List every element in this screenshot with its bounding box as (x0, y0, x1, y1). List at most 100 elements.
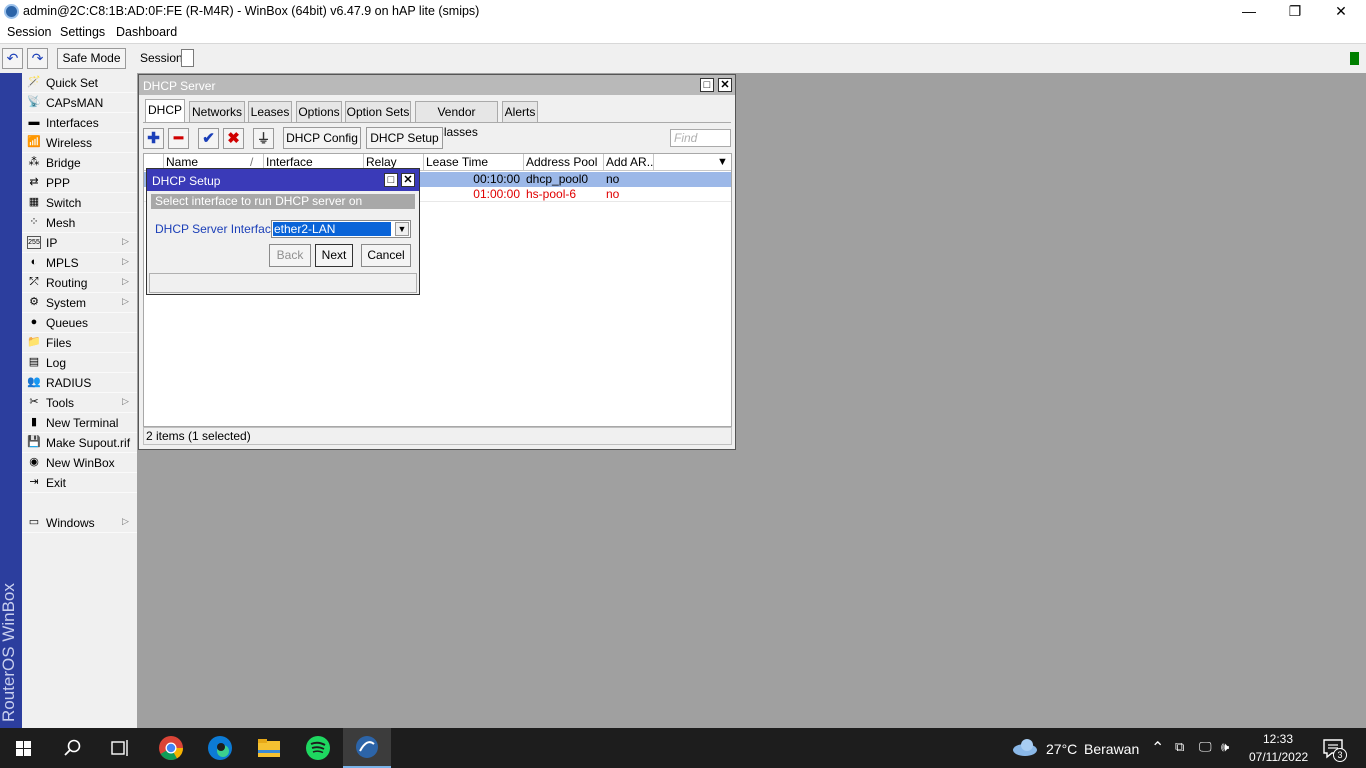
undo-icon[interactable]: ↶ (2, 48, 23, 69)
add-icon[interactable]: ✚ (143, 128, 164, 149)
tab-leases[interactable]: Leases (248, 101, 292, 123)
menu-settings[interactable]: Settings (60, 25, 105, 39)
sidebar-item-files[interactable]: 📁 Files (22, 333, 137, 353)
search-button[interactable] (48, 728, 96, 768)
sidebar-item-label: Switch (46, 196, 82, 210)
taskbar: 27°C Berawan ⌃ ⧉ 🖵 🕪 12:33 07/11/2022 3 (0, 728, 1366, 768)
filter-icon[interactable]: ⏚ (253, 128, 274, 149)
task-view-button[interactable] (96, 728, 144, 768)
tab-options[interactable]: Options (296, 101, 342, 123)
close-button[interactable]: ✕ (1318, 0, 1364, 24)
sidebar-item-wireless[interactable]: 📶 Wireless (22, 133, 137, 153)
sidebar-item-windows[interactable]: ▭ Windows ▷ (22, 513, 137, 533)
setup-dialog-title: DHCP Setup (152, 174, 221, 188)
column-header-menu[interactable]: ▼ (654, 154, 731, 171)
sidebar-item-quick-set[interactable]: 🪄 Quick Set (22, 73, 137, 93)
tab-alerts[interactable]: Alerts (502, 101, 538, 123)
tab-vendor-classes[interactable]: Vendor Classes (415, 101, 498, 139)
routing-icon: ⤱ (29, 276, 39, 288)
remove-icon[interactable]: ━ (168, 128, 189, 149)
sidebar-item-mesh[interactable]: ⁘ Mesh (22, 213, 137, 233)
column-header-lease-time[interactable]: Lease Time (424, 154, 524, 171)
safe-mode-button[interactable]: Safe Mode (57, 48, 126, 69)
find-input[interactable]: Find (670, 129, 731, 147)
exit-icon: ⇥ (29, 476, 39, 488)
sidebar-item-system[interactable]: ⚙ System ▷ (22, 293, 137, 313)
sidebar-item-bridge[interactable]: ⁂ Bridge (22, 153, 137, 173)
spotify-taskbar-button[interactable] (294, 728, 342, 768)
system-icon: ⚙ (29, 296, 39, 308)
clock-time[interactable]: 12:33 (1263, 732, 1293, 746)
sidebar-item-capsman[interactable]: 📡 CAPsMAN (22, 93, 137, 113)
dhcp-server-interface-select[interactable]: ether2-LAN ▼ (271, 220, 411, 238)
edge-taskbar-button[interactable] (196, 728, 244, 768)
sidebar-item-exit[interactable]: ⇥ Exit (22, 473, 137, 493)
dhcp-setup-button[interactable]: DHCP Setup (366, 127, 443, 149)
mpls-icon: ◐ (30, 256, 38, 268)
sidebar-item-mpls[interactable]: ◐ MPLS ▷ (22, 253, 137, 273)
sidebar-item-label: IP (46, 236, 58, 250)
weather-temperature[interactable]: 27°C (1046, 741, 1077, 757)
maximize-icon[interactable]: □ (384, 173, 398, 187)
tab-networks[interactable]: Networks (189, 101, 245, 123)
tab-dhcp[interactable]: DHCP (145, 99, 185, 123)
folder-icon (258, 739, 280, 757)
network-icon[interactable]: 🖵 (1199, 739, 1212, 755)
session-field[interactable] (181, 49, 194, 67)
setup-status-bar (149, 273, 417, 293)
sidebar-item-label: Tools (46, 396, 75, 410)
status-bar: 2 items (1 selected) (143, 427, 732, 445)
sidebar-item-log[interactable]: ▤ Log (22, 353, 137, 373)
windows-icon (16, 741, 31, 756)
menu-dashboard[interactable]: Dashboard (116, 25, 177, 39)
volume-icon[interactable]: 🕪 (1221, 739, 1229, 755)
sidebar-item-label: PPP (46, 176, 71, 190)
sidebar-item-make-supout-rif[interactable]: 💾 Make Supout.rif (22, 433, 137, 453)
next-button[interactable]: Next (315, 244, 353, 267)
sidebar-item-label: Files (46, 336, 72, 350)
enable-icon[interactable]: ✔ (198, 128, 219, 149)
close-icon[interactable]: ✕ (718, 78, 732, 92)
sidebar-item-routing[interactable]: ⤱ Routing ▷ (22, 273, 137, 293)
dhcp-config-button[interactable]: DHCP Config (283, 127, 361, 149)
clock-date[interactable]: 07/11/2022 (1249, 750, 1308, 764)
minimize-button[interactable]: — (1226, 0, 1272, 24)
weather-description[interactable]: Berawan (1084, 741, 1139, 757)
tab-option-sets[interactable]: Option Sets (345, 101, 411, 123)
selected-interface: ether2-LAN (273, 222, 391, 236)
menu-session[interactable]: Session (7, 25, 51, 39)
sidebar-item-radius[interactable]: 👥 RADIUS (22, 373, 137, 393)
window-title: admin@2C:C8:1B:AD:0F:FE (R-M4R) - WinBox… (23, 4, 480, 18)
sidebar-item-ip[interactable]: 255 IP ▷ (22, 233, 137, 253)
meet-now-icon[interactable]: ⧉ (1175, 739, 1184, 755)
cancel-button[interactable]: Cancel (361, 244, 411, 267)
dropdown-arrow-icon[interactable]: ▼ (395, 222, 409, 236)
sidebar-item-interfaces[interactable]: ▬ Interfaces (22, 113, 137, 133)
back-button[interactable]: Back (269, 244, 311, 267)
maximize-button[interactable]: ❐ (1272, 0, 1318, 24)
maximize-icon[interactable]: □ (700, 78, 714, 92)
sidebar-item-new-terminal[interactable]: ▮ New Terminal (22, 413, 137, 433)
sidebar-item-queues[interactable]: ● Queues (22, 313, 137, 333)
dhcp-window-titlebar[interactable]: DHCP Server □ ✕ (139, 75, 735, 95)
sidebar-item-ppp[interactable]: ⇄ PPP (22, 173, 137, 193)
add-arp-cell: no (606, 187, 620, 201)
start-button[interactable] (0, 728, 48, 768)
close-icon[interactable]: ✕ (401, 173, 415, 187)
column-header-add-arp[interactable]: Add AR... (604, 154, 654, 171)
sidebar-item-switch[interactable]: ▦ Switch (22, 193, 137, 213)
chrome-taskbar-button[interactable] (146, 728, 194, 768)
sidebar-item-label: Exit (46, 476, 67, 490)
chevron-up-icon[interactable]: ⌃ (1151, 738, 1164, 758)
redo-icon[interactable]: ↷ (27, 48, 48, 69)
disable-icon[interactable]: ✖ (223, 128, 244, 149)
make-supout-rif-icon: 💾 (27, 436, 41, 448)
add-arp-cell: no (606, 172, 620, 186)
sidebar-item-new-winbox[interactable]: ◉ New WinBox (22, 453, 137, 473)
winbox-taskbar-button[interactable] (343, 728, 391, 768)
sidebar-item-tools[interactable]: ✂ Tools ▷ (22, 393, 137, 413)
file-explorer-taskbar-button[interactable] (245, 728, 293, 768)
column-header-address-pool[interactable]: Address Pool (524, 154, 604, 171)
sidebar-item-label: Mesh (46, 216, 76, 230)
setup-dialog-titlebar[interactable]: DHCP Setup □ ✕ (147, 169, 419, 191)
